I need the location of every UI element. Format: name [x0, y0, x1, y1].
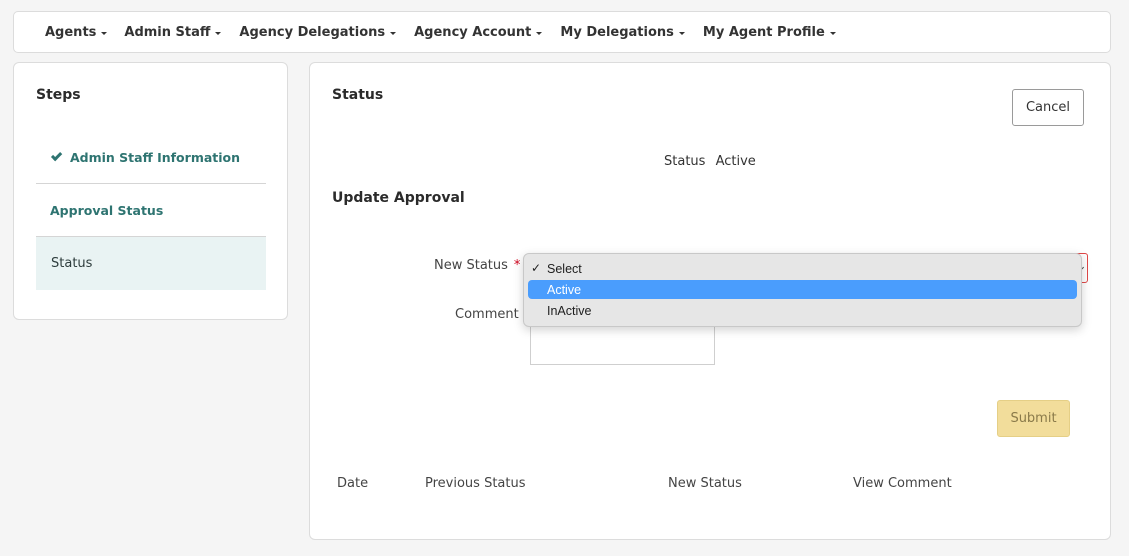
- nav-label: Agency Delegations: [239, 24, 386, 40]
- dropdown-option-inactive[interactable]: InActive: [528, 301, 1077, 320]
- option-label: Active: [547, 282, 582, 297]
- step-label: Approval Status: [50, 202, 164, 218]
- step-admin-staff-information[interactable]: Admin Staff Information: [36, 131, 266, 184]
- checkmark-icon: ✓: [531, 261, 542, 275]
- caret-down-icon: [390, 31, 397, 35]
- nav-agency-account[interactable]: Agency Account: [414, 24, 543, 40]
- dropdown-option-select[interactable]: ✓ Select: [528, 259, 1077, 278]
- nav-my-delegations[interactable]: My Delegations: [560, 25, 685, 40]
- nav-label: Agents: [45, 24, 97, 40]
- steps-title: Steps: [36, 87, 81, 103]
- option-label: InActive: [547, 303, 592, 318]
- top-nav: Agents Admin Staff Agency Delegations Ag…: [13, 11, 1111, 53]
- current-status: Status Active: [664, 154, 756, 169]
- column-header-new-status: New Status: [668, 476, 742, 491]
- caret-down-icon: [215, 31, 222, 35]
- caret-down-icon: [101, 31, 108, 35]
- submit-button[interactable]: Submit: [997, 400, 1070, 437]
- update-approval-title: Update Approval: [332, 190, 465, 206]
- new-status-label: New Status *: [434, 258, 520, 273]
- dropdown-option-active[interactable]: Active: [528, 280, 1077, 299]
- step-label: Status: [51, 256, 93, 271]
- column-header-date: Date: [337, 476, 369, 491]
- nav-admin-staff[interactable]: Admin Staff: [124, 24, 222, 40]
- page-title: Status: [332, 87, 384, 103]
- step-label: Admin Staff Information: [70, 149, 241, 165]
- cancel-button[interactable]: Cancel: [1012, 89, 1084, 126]
- nav-agency-delegations[interactable]: Agency Delegations: [239, 24, 397, 40]
- caret-down-icon: [678, 31, 685, 35]
- nav-label: Agency Account: [414, 24, 532, 40]
- current-status-value: Active: [715, 154, 756, 169]
- column-header-previous-status: Previous Status: [425, 476, 526, 491]
- caret-down-icon: [829, 31, 836, 35]
- status-dropdown-menu: ✓ Select Active InActive: [523, 253, 1082, 327]
- step-approval-status[interactable]: Approval Status: [36, 184, 266, 237]
- nav-label: Admin Staff: [124, 24, 211, 40]
- comment-label: Comment: [455, 307, 519, 322]
- steps-panel: Steps Admin Staff Information Approval S…: [13, 62, 288, 320]
- caret-down-icon: [536, 31, 543, 35]
- new-status-label-text: New Status: [434, 258, 508, 273]
- check-icon: [50, 149, 63, 162]
- nav-label: My Delegations: [560, 24, 674, 40]
- column-header-view-comment: View Comment: [853, 476, 952, 491]
- required-marker: *: [513, 258, 521, 273]
- nav-label: My Agent Profile: [702, 24, 825, 40]
- current-status-label: Status: [664, 154, 706, 169]
- step-status[interactable]: Status: [36, 237, 266, 290]
- nav-agents[interactable]: Agents: [45, 24, 108, 40]
- option-label: Select: [547, 261, 582, 276]
- nav-my-agent-profile[interactable]: My Agent Profile: [703, 25, 836, 40]
